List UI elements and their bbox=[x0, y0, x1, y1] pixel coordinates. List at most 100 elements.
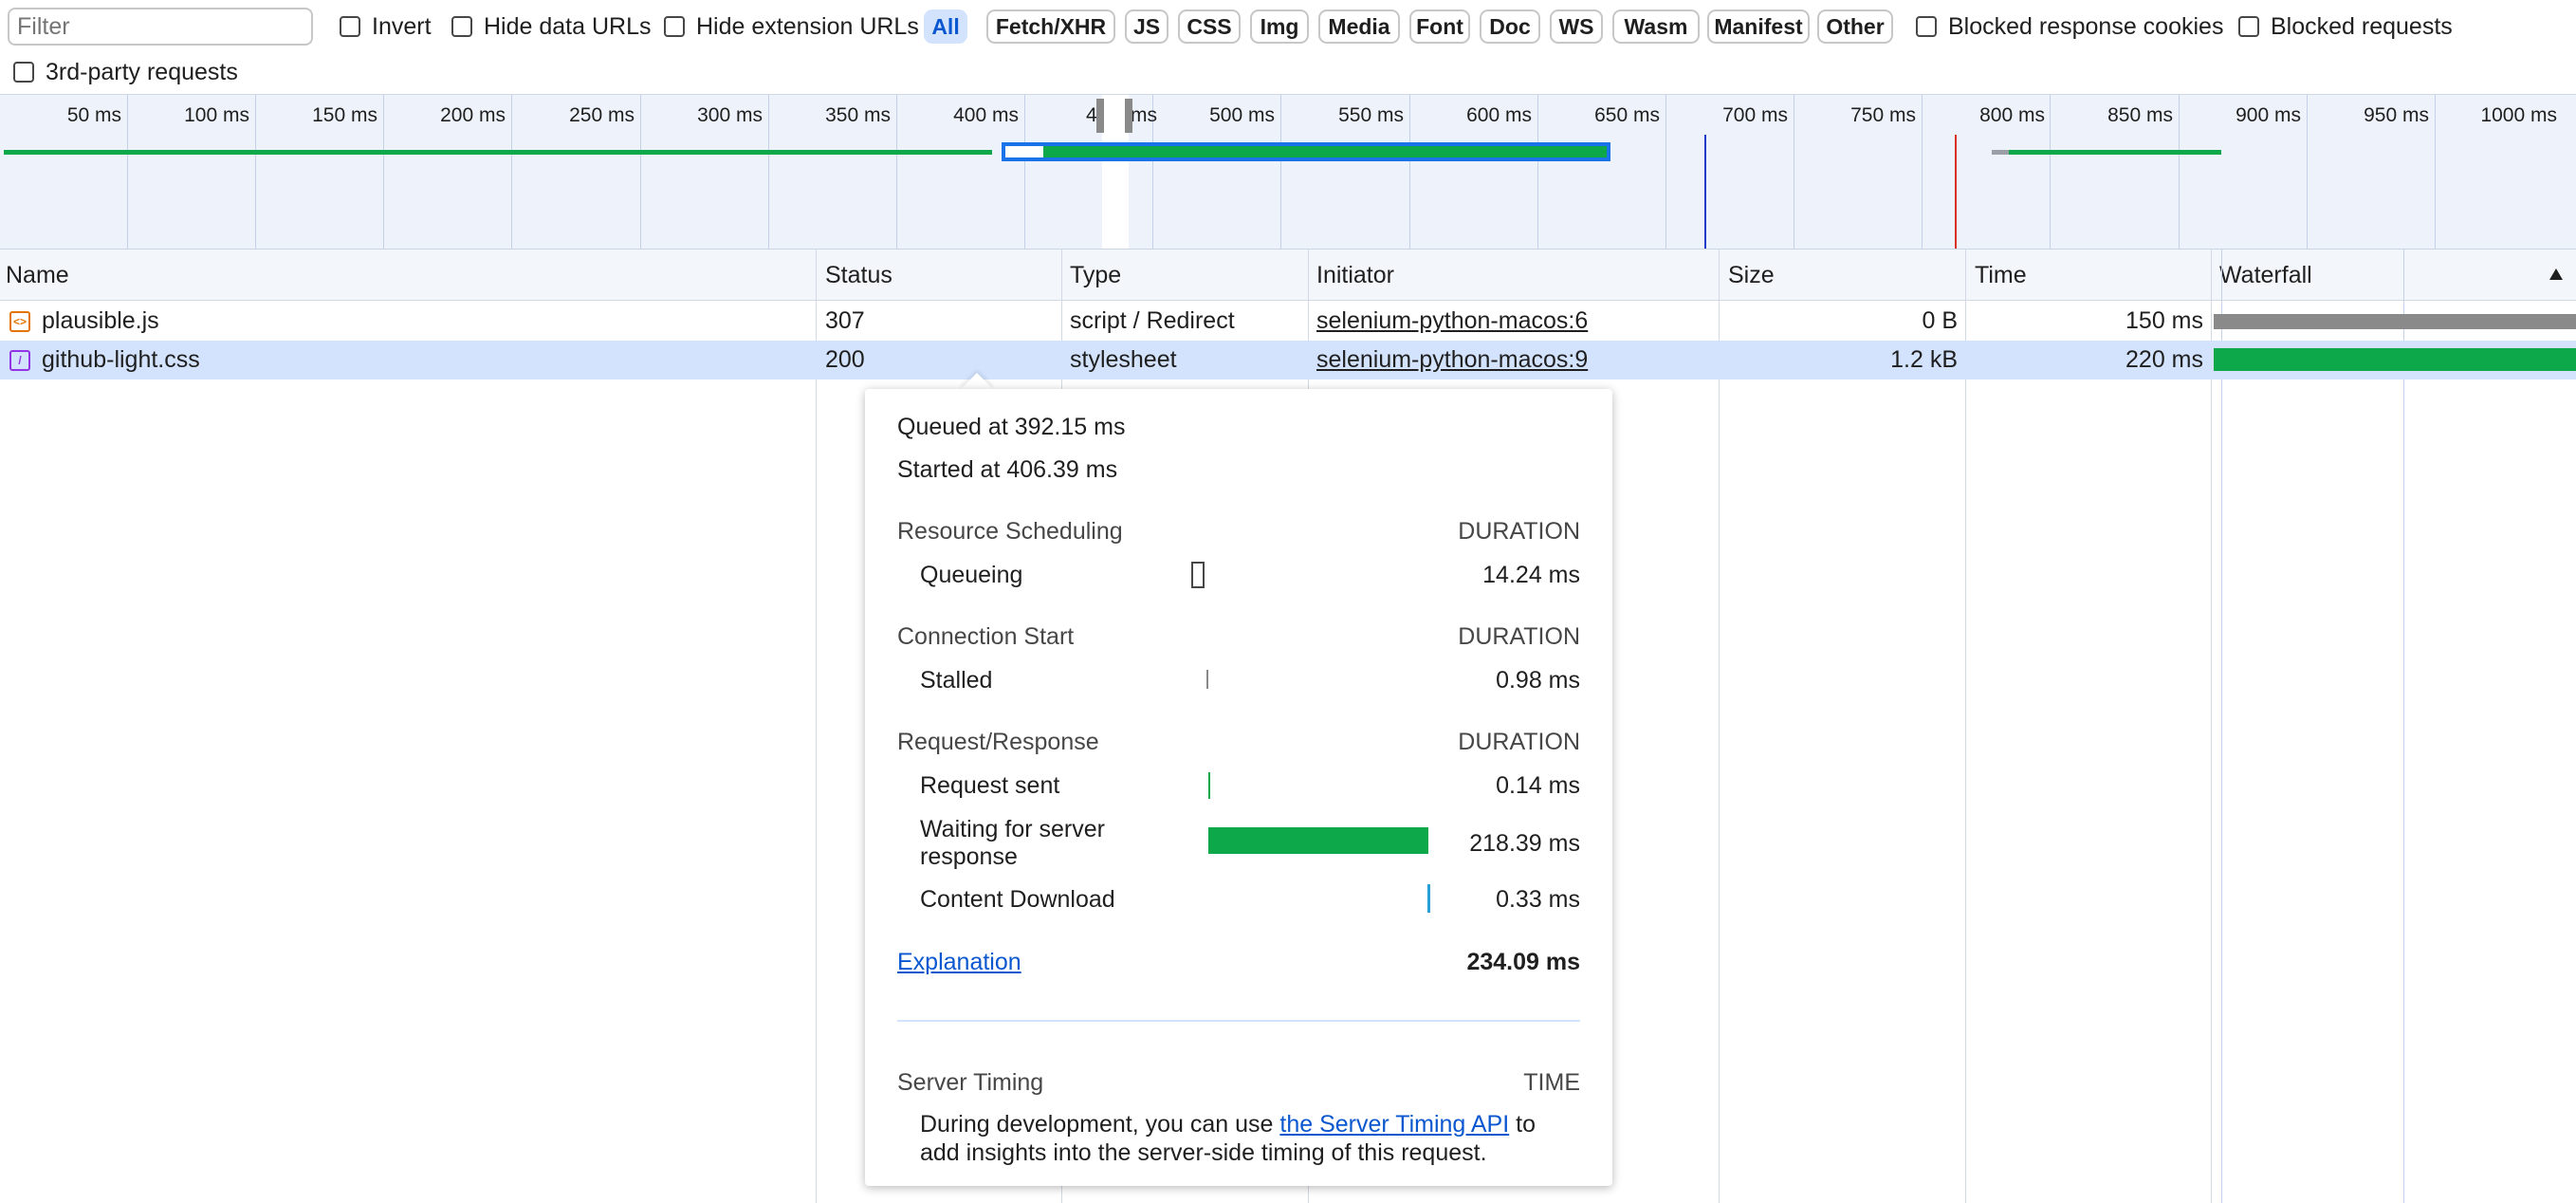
blocked-requests-label: Blocked requests bbox=[2271, 12, 2453, 40]
waiting-bar bbox=[1208, 827, 1428, 854]
column-header-name[interactable]: Name bbox=[0, 250, 69, 301]
overview-tick-label: 750 ms bbox=[1850, 104, 1916, 126]
hide-extension-urls-checkbox[interactable]: Hide extension URLs bbox=[664, 6, 919, 47]
checkbox-box[interactable] bbox=[2238, 16, 2259, 37]
checkbox-box[interactable] bbox=[664, 16, 685, 37]
type-filter-ws[interactable]: WS bbox=[1550, 9, 1603, 44]
overview-gridline bbox=[2050, 95, 2051, 249]
overview-tick-label: 50 ms bbox=[66, 104, 121, 126]
hide-extension-urls-label: Hide extension URLs bbox=[696, 12, 919, 40]
section-title: Resource Scheduling bbox=[897, 518, 1123, 545]
request-type: script / Redirect bbox=[1070, 307, 1235, 334]
type-filter-other[interactable]: Other bbox=[1817, 9, 1893, 44]
overview-gridline bbox=[1537, 95, 1538, 249]
third-party-requests-checkbox[interactable]: 3rd-party requests bbox=[13, 51, 238, 93]
load-event-marker bbox=[1955, 135, 1957, 249]
filter-input[interactable] bbox=[8, 8, 313, 46]
overview-gridline bbox=[127, 95, 128, 249]
table-row[interactable]: / github-light.css 200 stylesheet seleni… bbox=[0, 341, 2576, 379]
waterfall-gridline bbox=[2403, 250, 2404, 1203]
timing-label: Request sent bbox=[920, 772, 1060, 799]
overview-tick-label: 650 ms bbox=[1594, 104, 1660, 126]
column-divider[interactable] bbox=[2211, 250, 2212, 1203]
request-initiator-link[interactable]: selenium-python-macos:6 bbox=[1316, 302, 1588, 341]
type-filter-js[interactable]: JS bbox=[1125, 9, 1168, 44]
timing-label: Queueing bbox=[920, 562, 1023, 588]
overview-gridline bbox=[255, 95, 256, 249]
type-filter-all[interactable]: All bbox=[924, 9, 967, 44]
timing-popover: Queued at 392.15 ms Started at 406.39 ms… bbox=[865, 389, 1612, 1186]
type-filter-doc[interactable]: Doc bbox=[1480, 9, 1540, 44]
overview-tick-label: 400 ms bbox=[953, 104, 1019, 126]
server-timing-api-link[interactable]: the Server Timing API bbox=[1279, 1111, 1509, 1138]
section-title: Request/Response bbox=[897, 729, 1099, 755]
type-filter-css[interactable]: CSS bbox=[1178, 9, 1241, 44]
waterfall-gridline bbox=[2221, 250, 2222, 1203]
explanation-link[interactable]: Explanation bbox=[897, 949, 1021, 976]
overview-left-handle[interactable] bbox=[1096, 99, 1104, 133]
type-filter-font[interactable]: Font bbox=[1409, 9, 1470, 44]
checkbox-box[interactable] bbox=[340, 16, 360, 37]
column-divider[interactable] bbox=[1719, 250, 1720, 1203]
column-divider[interactable] bbox=[816, 250, 817, 1203]
overview-tick-label: 200 ms bbox=[440, 104, 506, 126]
type-filter-manifest[interactable]: Manifest bbox=[1707, 9, 1810, 44]
column-header-type[interactable]: Type bbox=[1064, 250, 1121, 301]
overview-highlighted-request bbox=[1002, 142, 1610, 161]
waterfall-bar[interactable] bbox=[2214, 348, 2576, 371]
type-filter-wasm[interactable]: Wasm bbox=[1612, 9, 1700, 44]
hide-data-urls-checkbox[interactable]: Hide data URLs bbox=[451, 6, 651, 47]
type-filter-media[interactable]: Media bbox=[1318, 9, 1400, 44]
timing-row-stalled: Stalled 0.98 ms bbox=[920, 667, 1580, 694]
overview-gridline bbox=[1280, 95, 1281, 249]
dom-content-loaded-marker bbox=[1704, 135, 1706, 249]
overview-gridline bbox=[2179, 95, 2180, 249]
overview-gridline bbox=[640, 95, 641, 249]
explanation-link-text[interactable]: Explanation bbox=[897, 949, 1021, 975]
request-status: 200 bbox=[825, 346, 865, 373]
overview-tick-label: 700 ms bbox=[1722, 104, 1788, 126]
sort-ascending-icon bbox=[2549, 268, 2563, 280]
invert-label: Invert bbox=[372, 12, 432, 40]
column-header-status[interactable]: Status bbox=[819, 250, 892, 301]
request-name: plausible.js bbox=[42, 307, 159, 334]
timing-label: Stalled bbox=[920, 667, 993, 694]
checkbox-box[interactable] bbox=[451, 16, 472, 37]
overview-tick-label: ms bbox=[1131, 104, 1157, 126]
request-initiator-link[interactable]: selenium-python-macos:9 bbox=[1316, 341, 1588, 379]
timing-value: 0.33 ms bbox=[1496, 886, 1580, 913]
blocked-requests-checkbox[interactable]: Blocked requests bbox=[2238, 6, 2453, 47]
column-header-time[interactable]: Time bbox=[1969, 250, 2027, 301]
type-filter-img[interactable]: Img bbox=[1250, 9, 1309, 44]
overview-gridline bbox=[768, 95, 769, 249]
timing-value: 14.24 ms bbox=[1482, 562, 1580, 588]
section-server-timing: Server Timing TIME bbox=[897, 1069, 1580, 1097]
stylesheet-icon: / bbox=[9, 350, 30, 371]
column-header-size[interactable]: Size bbox=[1722, 250, 1775, 301]
column-divider[interactable] bbox=[1965, 250, 1966, 1203]
waterfall-bar[interactable] bbox=[2214, 314, 2576, 329]
request-sent-bar bbox=[1208, 772, 1210, 799]
overview-tick-label: 100 ms bbox=[184, 104, 249, 126]
overview-gridline bbox=[1665, 95, 1666, 249]
column-header-initiator[interactable]: Initiator bbox=[1311, 250, 1394, 301]
overview-tick-label: 4 bbox=[1086, 104, 1097, 126]
blocked-response-cookies-checkbox[interactable]: Blocked response cookies bbox=[1916, 6, 2223, 47]
overview-gridline bbox=[1024, 95, 1025, 249]
table-header: Name Status Type Initiator Size Time Wat… bbox=[0, 250, 2576, 301]
started-at: Started at 406.39 ms bbox=[897, 456, 1118, 483]
timing-label: Content Download bbox=[920, 886, 1115, 913]
invert-checkbox[interactable]: Invert bbox=[340, 6, 432, 47]
queueing-bar bbox=[1191, 562, 1205, 588]
network-overview[interactable]: 50 ms 100 ms 150 ms 200 ms 250 ms 300 ms… bbox=[0, 95, 2576, 250]
table-row[interactable]: <> plausible.js 307 script / Redirect se… bbox=[0, 302, 2576, 341]
overview-right-handle[interactable] bbox=[1125, 99, 1132, 133]
overview-request-bar bbox=[1992, 150, 2009, 155]
type-filter-fetch-xhr[interactable]: Fetch/XHR bbox=[986, 9, 1115, 44]
request-name: github-light.css bbox=[42, 346, 200, 373]
checkbox-box[interactable] bbox=[13, 62, 34, 83]
overview-gridline bbox=[2435, 95, 2436, 249]
checkbox-box[interactable] bbox=[1916, 16, 1937, 37]
third-party-requests-label: 3rd-party requests bbox=[46, 58, 238, 85]
column-header-waterfall[interactable]: Waterfall bbox=[2214, 250, 2576, 301]
